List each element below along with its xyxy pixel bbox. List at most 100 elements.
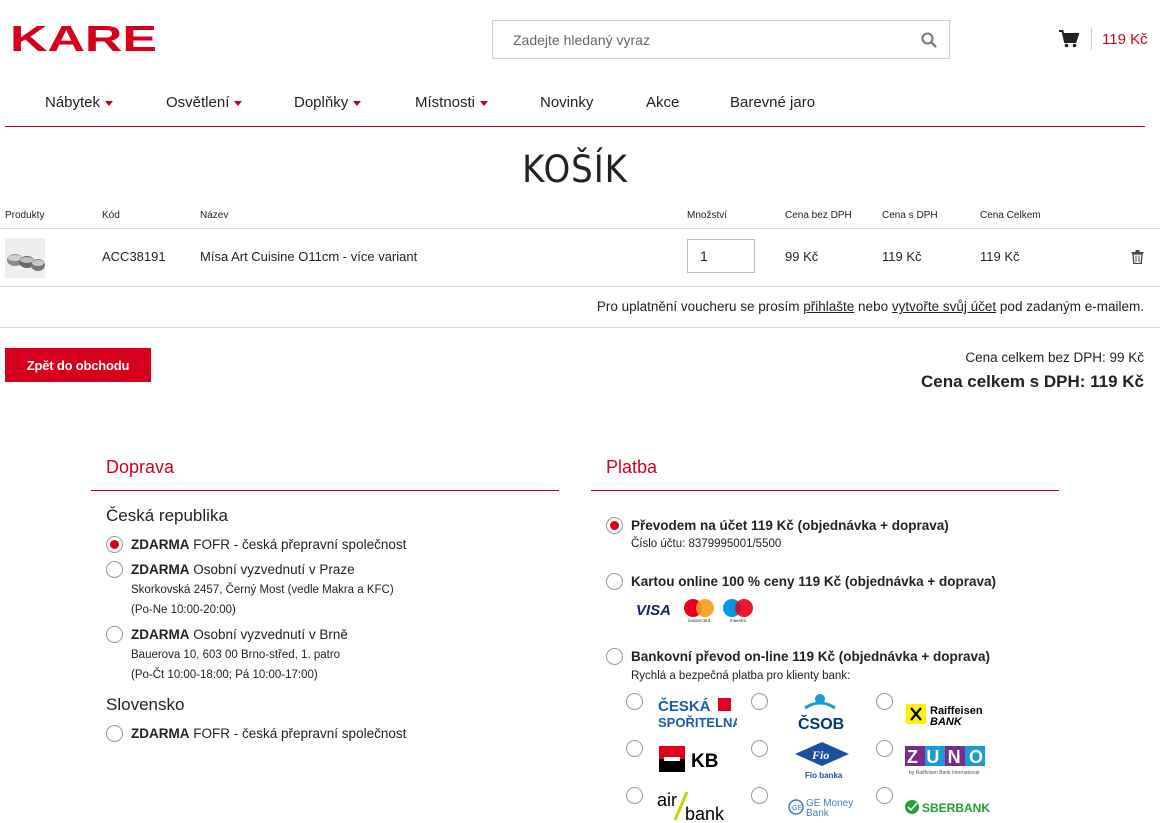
- col-header-name: Název: [200, 210, 229, 221]
- zuno-logo[interactable]: ZUNO by Raiffeisen Bank International: [905, 746, 987, 776]
- bank-radio-zuno[interactable]: [876, 740, 893, 757]
- kb-text: KB: [691, 751, 718, 772]
- voucher-text: Pro uplatnění voucheru se prosím: [596, 299, 800, 314]
- nav-item-mistnosti[interactable]: Místnosti: [415, 94, 489, 111]
- nav-item-akce[interactable]: Akce: [646, 94, 679, 111]
- bank-radio-sberbank[interactable]: [876, 787, 893, 804]
- voucher-notice: Pro uplatnění voucheru se prosím přihlaš…: [597, 299, 1144, 314]
- product-thumbnail[interactable]: [5, 238, 45, 278]
- total-without-vat: Cena celkem bez DPH: 99 Kč: [965, 350, 1144, 365]
- cart-total[interactable]: 119 Kč: [1102, 31, 1148, 48]
- nav-item-osvetleni[interactable]: Osvětlení: [166, 94, 243, 111]
- free-label: ZDARMA: [131, 726, 190, 741]
- raiffeisen-text: BANK: [930, 716, 963, 728]
- nav-label: Akce: [646, 94, 680, 111]
- zuno-sub-text: by Raiffeisen Bank International: [909, 770, 980, 776]
- shipping-hours: (Po-Ne 10:00-20:00): [131, 604, 236, 616]
- product-name[interactable]: Mísa Art Cuisine O11cm - více variant: [200, 249, 417, 264]
- free-label: ZDARMA: [131, 537, 190, 552]
- caret-down-icon: [234, 101, 243, 106]
- shipping-radio-brno[interactable]: [106, 626, 123, 643]
- logo-text: KARE: [10, 22, 157, 54]
- payment-title: Platba: [606, 457, 658, 477]
- airbank-logo[interactable]: air bank: [657, 790, 737, 822]
- col-header-products: Produkty: [5, 210, 45, 221]
- main-nav: Nábytek Osvětlení Doplňky Místnosti Novi…: [0, 82, 1160, 126]
- card-logos: VISA mastercard maestro: [636, 599, 753, 623]
- free-label: ZDARMA: [131, 627, 190, 642]
- kare-logo[interactable]: KARE: [10, 22, 158, 54]
- nav-label: Osvětlení: [166, 94, 230, 111]
- back-to-shop-button[interactable]: Zpět do obchodu: [5, 348, 151, 382]
- payment-radio-bank-online[interactable]: [606, 648, 623, 665]
- payment-divider: [591, 490, 1059, 491]
- gemoney-logo[interactable]: GE GE Money Bank: [788, 796, 858, 818]
- nav-label: Novinky: [540, 94, 594, 111]
- login-link[interactable]: přihlašte: [803, 299, 854, 314]
- bank-online-note: Rychlá a bezpečná platba pro klienty ban…: [631, 670, 851, 682]
- voucher-text: nebo: [858, 299, 889, 314]
- nav-item-novinky[interactable]: Novinky: [540, 94, 593, 111]
- bank-radio-airbank[interactable]: [626, 787, 643, 804]
- caret-down-icon: [480, 101, 489, 106]
- shipping-option-label: ZDARMA FOFR - česká přepravní společnost: [131, 537, 406, 552]
- total-with-vat: Cena celkem s DPH: 119 Kč: [920, 372, 1144, 391]
- mastercard-label: mastercard: [688, 618, 711, 623]
- cart[interactable]: 119 Kč: [1059, 28, 1148, 50]
- search-box: [492, 20, 950, 59]
- bank-radio-csob[interactable]: [751, 693, 768, 710]
- raiffeisen-logo[interactable]: Raiffeisen BANK: [906, 702, 990, 728]
- option-text: Osobní vyzvednutí v Praze: [193, 562, 355, 577]
- payment-radio-card[interactable]: [606, 573, 623, 590]
- airbank-text: air: [657, 790, 677, 810]
- col-header-quantity: Množství: [687, 210, 728, 221]
- price-total: 119 Kč: [980, 249, 1020, 264]
- nav-label: Místnosti: [415, 94, 476, 111]
- visa-icon: VISA: [636, 602, 671, 619]
- search-icon[interactable]: [921, 32, 937, 48]
- quantity-input[interactable]: [687, 239, 755, 273]
- table-divider: [0, 286, 1160, 287]
- fio-text: Fio banka: [805, 771, 843, 780]
- csob-text: ČSOB: [798, 714, 844, 732]
- sberbank-logo[interactable]: SBERBANK: [904, 798, 990, 816]
- bank-radio-raiffeisen[interactable]: [876, 693, 893, 710]
- bank-radio-fio[interactable]: [751, 740, 768, 757]
- nav-divider: [5, 126, 1145, 127]
- account-number: Číslo účtu: 8379995001/5500: [631, 538, 782, 550]
- option-text: FOFR - česká přepravní společnost: [193, 537, 407, 552]
- shipping-divider: [91, 490, 559, 491]
- shipping-radio-fofr-cz[interactable]: [106, 536, 123, 553]
- nav-item-nabytek[interactable]: Nábytek: [45, 94, 114, 111]
- section-divider: [0, 327, 1160, 328]
- shipping-radio-fofr-sk[interactable]: [106, 725, 123, 742]
- nav-label: Barevné jaro: [730, 94, 816, 111]
- option-text: Osobní vyzvednutí v Brně: [193, 627, 348, 642]
- payment-option-label: Převodem na účet 119 Kč (objednávka + do…: [631, 518, 949, 533]
- kb-logo[interactable]: KB: [659, 746, 731, 774]
- voucher-text: pod zadaným e-mailem.: [999, 299, 1144, 314]
- nav-item-barevne-jaro[interactable]: Barevné jaro: [730, 94, 815, 111]
- shipping-option-label: ZDARMA FOFR - česká přepravní společnost: [131, 726, 406, 741]
- price-no-vat: 99 Kč: [785, 249, 819, 264]
- shipping-radio-praha[interactable]: [106, 561, 123, 578]
- cart-icon[interactable]: [1059, 30, 1079, 48]
- nav-item-doplnky[interactable]: Doplňky: [294, 94, 362, 111]
- trash-icon[interactable]: [1131, 250, 1144, 264]
- caret-down-icon: [353, 101, 362, 106]
- payment-radio-transfer[interactable]: [606, 517, 623, 534]
- shipping-hours: (Po-Čt 10:00-18:00; Pá 10:00-17:00): [131, 669, 318, 681]
- sberbank-symbol-icon: [905, 800, 919, 814]
- bank-radio-kb[interactable]: [626, 740, 643, 757]
- fio-logo[interactable]: Fio Fio banka: [792, 740, 852, 782]
- csob-logo[interactable]: ČSOB: [795, 692, 847, 732]
- search-input[interactable]: [493, 21, 893, 58]
- bank-radio-ceska-sporitelna[interactable]: [626, 693, 643, 710]
- bank-radio-gemoney[interactable]: [751, 787, 768, 804]
- nav-label: Nábytek: [45, 94, 101, 111]
- free-label: ZDARMA: [131, 562, 190, 577]
- cart-separator: [1091, 28, 1092, 50]
- col-header-code: Kód: [102, 210, 120, 221]
- ceska-sporitelna-logo[interactable]: ČESKÁ SPOŘITELNA: [657, 696, 737, 730]
- register-link[interactable]: vytvořte svůj účet: [892, 299, 996, 314]
